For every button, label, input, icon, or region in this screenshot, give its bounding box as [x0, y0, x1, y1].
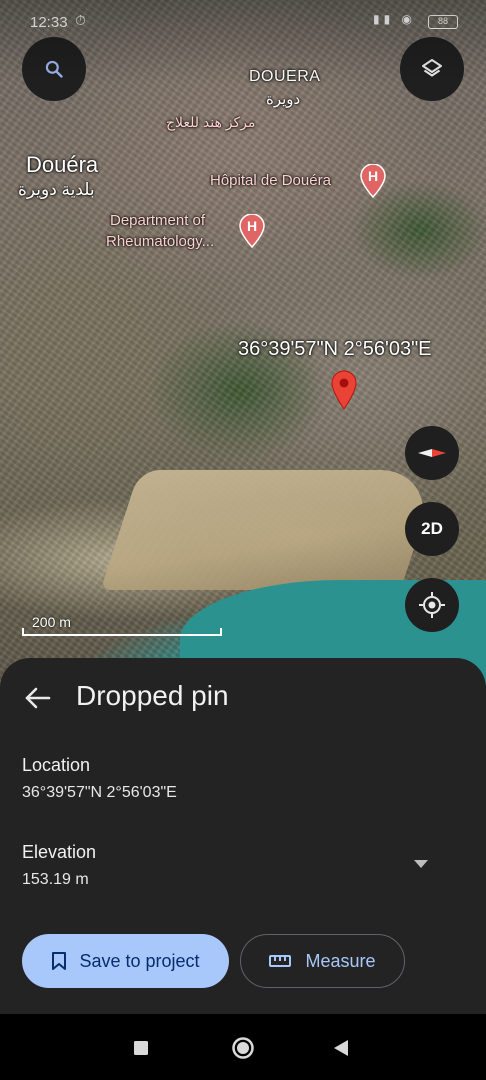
compass-button[interactable] — [405, 426, 459, 480]
map-label-dept-1[interactable]: Department of — [110, 212, 205, 229]
save-to-project-label: Save to project — [79, 950, 200, 971]
home-icon[interactable] — [231, 1036, 255, 1060]
map-label-town[interactable]: Douéra — [26, 152, 98, 178]
map-label-dept-2[interactable]: Rheumatology... — [106, 233, 214, 250]
sheet-title: Dropped pin — [76, 680, 229, 711]
back-nav-icon[interactable] — [333, 1039, 349, 1057]
bookmark-icon — [52, 952, 67, 970]
my-location-icon — [419, 592, 445, 618]
map-view[interactable]: 12:33 ⏱ ▮▮ ◉ 88 DOUERA دويرة مركز هند لل… — [0, 0, 486, 700]
map-pin-icon[interactable] — [331, 370, 357, 410]
layers-icon — [422, 59, 442, 77]
compass-icon — [418, 449, 446, 457]
signal-icons: ▮▮ ◉ — [372, 12, 416, 26]
map-label-district-arabic[interactable]: دويرة — [266, 90, 300, 108]
system-nav-bar — [0, 1014, 486, 1080]
recents-icon[interactable] — [133, 1040, 149, 1056]
dam-terrain — [100, 470, 440, 590]
view-mode-button[interactable]: 2D — [405, 502, 459, 556]
scale-label: 200 m — [32, 614, 71, 630]
status-time: 12:33 — [30, 14, 68, 31]
search-icon — [45, 60, 63, 78]
hospital-icon[interactable]: H — [360, 164, 386, 198]
map-scale: 200 m — [22, 614, 222, 636]
alarm-icon: ⏱ — [75, 12, 86, 28]
dropped-pin-sheet: Dropped pin Location 36°39'57"N 2°56'03"… — [0, 658, 486, 1014]
dropdown-icon[interactable] — [412, 858, 430, 870]
location-value: 36°39'57"N 2°56'03"E — [22, 784, 177, 801]
measure-label: Measure — [305, 950, 376, 971]
status-bar: 12:33 ⏱ ▮▮ ◉ 88 — [0, 0, 486, 44]
scale-bar — [22, 628, 222, 636]
measure-button[interactable]: Measure — [240, 934, 405, 988]
map-label-district[interactable]: DOUERA — [249, 68, 320, 86]
map-label-center[interactable]: مركز هند للعلاج — [166, 114, 255, 131]
svg-text:H: H — [368, 168, 378, 184]
search-button[interactable] — [22, 37, 86, 101]
battery-icon: 88 — [428, 15, 458, 29]
elevation-value: 153.19 m — [22, 871, 89, 888]
hospital-icon[interactable]: H — [239, 214, 265, 248]
map-label-town-arabic[interactable]: بلدية دويرة — [18, 180, 95, 200]
map-label-hospital[interactable]: Hôpital de Douéra — [210, 172, 331, 189]
layers-button[interactable] — [400, 37, 464, 101]
back-arrow-icon[interactable] — [22, 682, 54, 714]
save-to-project-button[interactable]: Save to project — [22, 934, 229, 988]
elevation-label: Elevation — [22, 842, 97, 862]
my-location-button[interactable] — [405, 578, 459, 632]
pin-coordinates-label: 36°39'57"N 2°56'03"E — [238, 338, 432, 360]
location-label: Location — [22, 755, 91, 775]
ruler-icon — [269, 955, 292, 967]
svg-text:H: H — [247, 218, 257, 234]
